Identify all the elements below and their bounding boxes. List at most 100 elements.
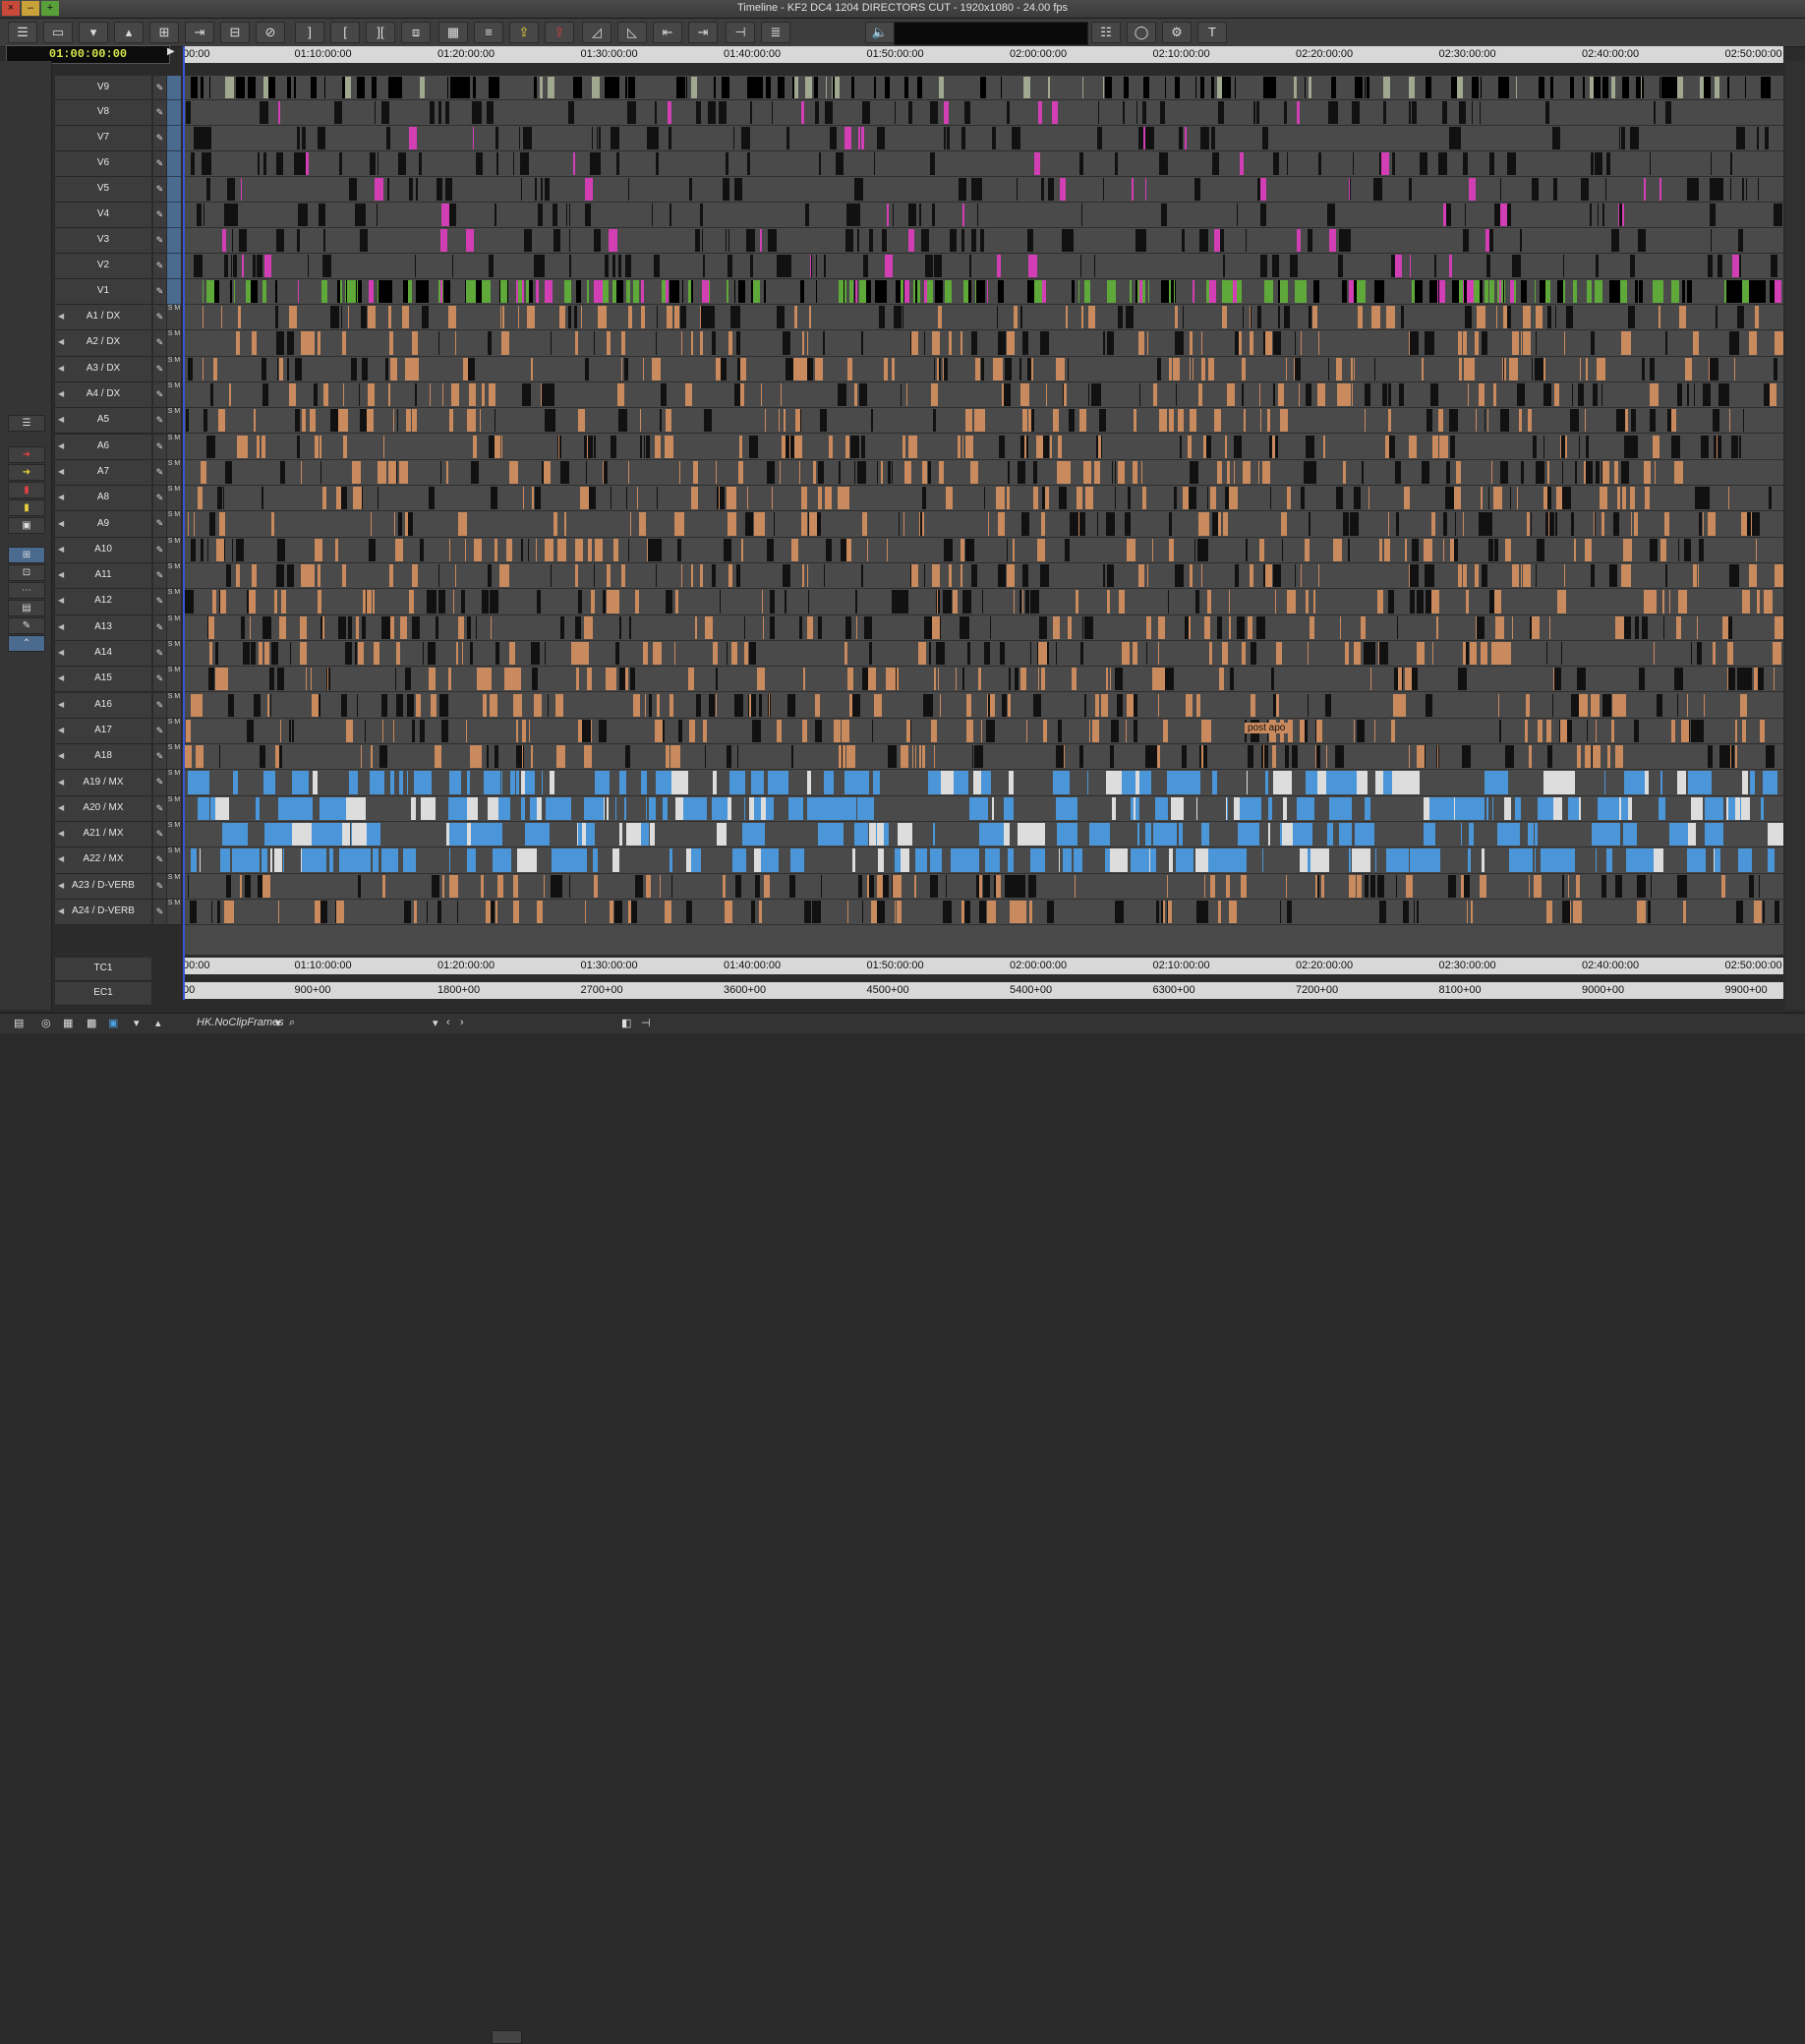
clip-segment[interactable] <box>497 874 503 898</box>
clip-segment[interactable] <box>708 101 716 124</box>
clip-segment[interactable] <box>606 719 607 743</box>
track-header-a10[interactable]: A10 ◀ <box>55 537 151 563</box>
clip-segment[interactable] <box>269 668 274 691</box>
clip-segment[interactable] <box>1134 693 1137 717</box>
clip-segment[interactable] <box>1250 564 1253 588</box>
clip-segment[interactable] <box>938 668 939 691</box>
clip-segment[interactable] <box>591 590 595 613</box>
clip-segment[interactable] <box>1200 77 1204 98</box>
clip-segment[interactable] <box>1101 693 1108 717</box>
clip-segment[interactable] <box>1112 796 1116 820</box>
clip-segment[interactable] <box>1065 538 1070 561</box>
clip-segment[interactable] <box>1583 77 1585 98</box>
clip-segment[interactable] <box>1195 77 1196 98</box>
clip-segment[interactable] <box>1099 823 1104 847</box>
clip-segment[interactable] <box>545 280 553 303</box>
clip-segment[interactable] <box>794 435 802 458</box>
clip-segment[interactable] <box>933 409 936 433</box>
solo-mute-buttons[interactable]: S M <box>167 537 181 563</box>
clip-segment[interactable] <box>1039 615 1042 639</box>
clip-segment[interactable] <box>1691 796 1703 820</box>
clip-segment[interactable] <box>262 848 267 872</box>
clip-segment[interactable] <box>1749 874 1754 898</box>
clip-segment[interactable] <box>1265 771 1268 794</box>
clip-segment[interactable] <box>636 280 639 303</box>
clip-segment[interactable] <box>252 564 257 588</box>
clip-segment[interactable] <box>1152 538 1153 561</box>
clip-segment[interactable] <box>1193 357 1194 380</box>
clip-segment[interactable] <box>1691 641 1692 666</box>
clip-segment[interactable] <box>436 615 438 639</box>
clip-segment[interactable] <box>1273 564 1281 588</box>
clip-segment[interactable] <box>1585 409 1586 433</box>
clip-segment[interactable] <box>389 564 393 588</box>
clip-segment[interactable] <box>402 306 409 329</box>
clip-segment[interactable] <box>1715 77 1719 98</box>
clip-segment[interactable] <box>1377 874 1384 898</box>
clip-segment[interactable] <box>501 771 502 794</box>
clip-segment[interactable] <box>780 460 781 485</box>
clip-segment[interactable] <box>1399 382 1404 407</box>
clip-segment[interactable] <box>670 204 671 226</box>
clip-segment[interactable] <box>1510 487 1511 510</box>
clip-segment[interactable] <box>1123 101 1125 124</box>
clip-segment[interactable] <box>1602 460 1609 485</box>
clip-segment[interactable] <box>1210 874 1215 898</box>
clip-segment[interactable] <box>778 77 785 98</box>
clip-segment[interactable] <box>1499 719 1501 743</box>
clip-segment[interactable] <box>688 668 694 691</box>
clip-segment[interactable] <box>1719 745 1727 769</box>
clip-segment[interactable] <box>800 280 804 303</box>
clip-segment[interactable] <box>209 512 215 536</box>
clip-segment[interactable] <box>513 900 519 924</box>
speaker-triangle-icon[interactable]: ◀ <box>58 906 64 915</box>
clip-segment[interactable] <box>737 693 743 717</box>
clip-segment[interactable] <box>677 538 681 561</box>
clip-segment[interactable] <box>1030 590 1039 613</box>
clip-segment[interactable] <box>1145 178 1146 201</box>
clip-segment[interactable] <box>1194 178 1200 201</box>
clip-segment[interactable] <box>1028 255 1037 277</box>
clip-segment[interactable] <box>1301 564 1302 588</box>
clip-segment[interactable] <box>1326 745 1327 769</box>
clip-segment[interactable] <box>818 615 822 639</box>
clip-segment[interactable] <box>446 823 449 847</box>
clip-segment[interactable] <box>346 796 366 820</box>
clip-segment[interactable] <box>1664 512 1669 536</box>
clip-segment[interactable] <box>1375 848 1376 872</box>
clip-segment[interactable] <box>464 77 470 98</box>
clip-segment[interactable] <box>1099 409 1106 433</box>
clip-segment[interactable] <box>587 435 588 458</box>
clip-segment[interactable] <box>375 178 383 201</box>
clip-segment[interactable] <box>1761 796 1764 820</box>
solo-mute-buttons[interactable]: S M <box>167 873 181 900</box>
clip-segment[interactable] <box>1633 848 1654 872</box>
clip-segment[interactable] <box>1161 409 1167 433</box>
clip-segment[interactable] <box>1763 900 1765 924</box>
clip-segment[interactable] <box>766 77 768 98</box>
clip-segment[interactable] <box>696 693 701 717</box>
clip-segment[interactable] <box>1259 538 1264 561</box>
track-row-a21-mx[interactable] <box>183 822 1783 848</box>
speaker-triangle-icon[interactable]: ◀ <box>58 881 64 890</box>
clip-segment[interactable] <box>1468 848 1471 872</box>
clip-segment[interactable] <box>528 538 529 561</box>
clip-segment[interactable] <box>790 848 804 872</box>
clip-segment[interactable] <box>580 487 589 510</box>
clip-segment[interactable] <box>804 900 811 924</box>
clip-segment[interactable] <box>204 409 207 433</box>
clip-segment[interactable] <box>728 796 731 820</box>
clip-segment[interactable] <box>1504 796 1511 820</box>
clip-segment[interactable] <box>1008 848 1014 872</box>
clip-segment[interactable] <box>336 900 344 924</box>
clip-segment[interactable] <box>940 693 941 717</box>
clip-segment[interactable] <box>420 719 425 743</box>
clip-segment[interactable] <box>855 280 857 303</box>
timecode-ruler[interactable]: 00:00 01:10:00:00 01:20:00:00 01:30:00:00 01… <box>183 46 1783 63</box>
clip-segment[interactable] <box>1687 280 1692 303</box>
clip-segment[interactable] <box>661 382 667 407</box>
clip-segment[interactable] <box>1480 101 1481 124</box>
track-header-a22-mx[interactable]: A22 / MX ◀ <box>55 847 151 874</box>
clip-segment[interactable] <box>1758 178 1759 201</box>
clip-segment[interactable] <box>726 229 727 252</box>
